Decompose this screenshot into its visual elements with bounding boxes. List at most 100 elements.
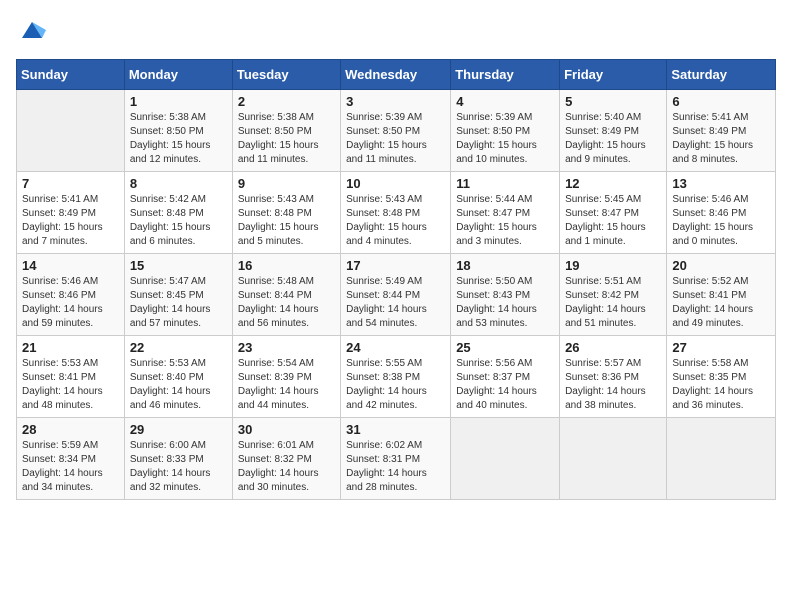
calendar-cell: 3 Sunrise: 5:39 AMSunset: 8:50 PMDaylight… [341,90,451,172]
day-number: 12 [565,176,661,191]
day-info: Sunrise: 5:53 AMSunset: 8:40 PMDaylight:… [130,357,227,413]
calendar-cell [560,418,667,500]
calendar-cell: 29Sunrise: 6:00 AMSunset: 8:33 PMDayligh… [124,418,232,500]
day-info: Sunrise: 5:59 AMSunset: 8:34 PMDaylight:… [22,439,119,495]
day-number: 1 [130,94,227,109]
day-info: Sunrise: 5:52 AMSunset: 8:41 PMDaylight:… [672,275,770,331]
day-info: Sunrise: 6:00 AMSunset: 8:33 PMDaylight:… [130,439,227,495]
day-info: Sunrise: 5:58 AMSunset: 8:35 PMDaylight:… [672,357,770,413]
day-info: Sunrise: 6:02 AMSunset: 8:31 PMDaylight:… [346,439,445,495]
day-number: 4 [456,94,554,109]
calendar-cell: 24 Sunrise: 5:55 AMSunset: 8:38 PMDayligh… [341,336,451,418]
calendar-table: SundayMondayTuesdayWednesdayThursdayFrid… [16,59,776,500]
calendar-cell: 21Sunrise: 5:53 AMSunset: 8:41 PMDayligh… [17,336,125,418]
day-info: Sunrise: 5:46 AMSunset: 8:46 PMDaylight:… [672,193,770,249]
calendar-week-row: 1 Sunrise: 5:38 AMSunset: 8:50 PMDaylight… [17,90,776,172]
day-number: 11 [456,176,554,191]
day-number: 17 [346,258,445,273]
calendar-cell: 2 Sunrise: 5:38 AMSunset: 8:50 PMDaylight… [232,90,340,172]
weekday-header-sunday: Sunday [17,60,125,90]
day-info: Sunrise: 5:38 AMSunset: 8:50 PMDaylight:… [130,111,227,167]
calendar-week-row: 7 Sunrise: 5:41 AMSunset: 8:49 PMDaylight… [17,172,776,254]
calendar-cell: 8Sunrise: 5:42 AMSunset: 8:48 PMDaylight… [124,172,232,254]
weekday-header-friday: Friday [560,60,667,90]
day-info: Sunrise: 5:43 AMSunset: 8:48 PMDaylight:… [346,193,445,249]
day-info: Sunrise: 6:01 AMSunset: 8:32 PMDaylight:… [238,439,335,495]
calendar-cell [451,418,560,500]
day-number: 9 [238,176,335,191]
page-header [16,16,776,49]
day-number: 15 [130,258,227,273]
calendar-cell: 12 Sunrise: 5:45 AMSunset: 8:47 PMDayligh… [560,172,667,254]
calendar-week-row: 21Sunrise: 5:53 AMSunset: 8:41 PMDayligh… [17,336,776,418]
day-number: 26 [565,340,661,355]
calendar-cell [667,418,776,500]
calendar-cell: 30 Sunrise: 6:01 AMSunset: 8:32 PMDayligh… [232,418,340,500]
day-number: 14 [22,258,119,273]
day-number: 22 [130,340,227,355]
day-number: 27 [672,340,770,355]
calendar-cell: 11 Sunrise: 5:44 AMSunset: 8:47 PMDayligh… [451,172,560,254]
calendar-cell: 4 Sunrise: 5:39 AMSunset: 8:50 PMDaylight… [451,90,560,172]
calendar-week-row: 14 Sunrise: 5:46 AMSunset: 8:46 PMDayligh… [17,254,776,336]
day-info: Sunrise: 5:39 AMSunset: 8:50 PMDaylight:… [346,111,445,167]
day-number: 5 [565,94,661,109]
day-info: Sunrise: 5:38 AMSunset: 8:50 PMDaylight:… [238,111,335,167]
day-info: Sunrise: 5:49 AMSunset: 8:44 PMDaylight:… [346,275,445,331]
calendar-cell: 23Sunrise: 5:54 AMSunset: 8:39 PMDayligh… [232,336,340,418]
day-number: 13 [672,176,770,191]
day-number: 21 [22,340,119,355]
day-info: Sunrise: 5:41 AMSunset: 8:49 PMDaylight:… [672,111,770,167]
day-number: 3 [346,94,445,109]
calendar-cell: 20Sunrise: 5:52 AMSunset: 8:41 PMDayligh… [667,254,776,336]
calendar-cell: 31 Sunrise: 6:02 AMSunset: 8:31 PMDayligh… [341,418,451,500]
calendar-cell: 10 Sunrise: 5:43 AMSunset: 8:48 PMDayligh… [341,172,451,254]
calendar-cell: 19 Sunrise: 5:51 AMSunset: 8:42 PMDayligh… [560,254,667,336]
day-number: 24 [346,340,445,355]
weekday-header-wednesday: Wednesday [341,60,451,90]
calendar-cell: 25 Sunrise: 5:56 AMSunset: 8:37 PMDayligh… [451,336,560,418]
day-number: 7 [22,176,119,191]
calendar-week-row: 28 Sunrise: 5:59 AMSunset: 8:34 PMDayligh… [17,418,776,500]
day-number: 25 [456,340,554,355]
day-number: 19 [565,258,661,273]
day-number: 2 [238,94,335,109]
weekday-header-thursday: Thursday [451,60,560,90]
day-info: Sunrise: 5:44 AMSunset: 8:47 PMDaylight:… [456,193,554,249]
day-number: 28 [22,422,119,437]
day-number: 31 [346,422,445,437]
day-info: Sunrise: 5:43 AMSunset: 8:48 PMDaylight:… [238,193,335,249]
day-number: 18 [456,258,554,273]
calendar-cell: 28 Sunrise: 5:59 AMSunset: 8:34 PMDayligh… [17,418,125,500]
calendar-cell: 6Sunrise: 5:41 AMSunset: 8:49 PMDaylight… [667,90,776,172]
day-info: Sunrise: 5:55 AMSunset: 8:38 PMDaylight:… [346,357,445,413]
day-info: Sunrise: 5:39 AMSunset: 8:50 PMDaylight:… [456,111,554,167]
logo-icon [18,16,46,44]
calendar-cell: 16Sunrise: 5:48 AMSunset: 8:44 PMDayligh… [232,254,340,336]
day-info: Sunrise: 5:51 AMSunset: 8:42 PMDaylight:… [565,275,661,331]
day-info: Sunrise: 5:40 AMSunset: 8:49 PMDaylight:… [565,111,661,167]
weekday-header-tuesday: Tuesday [232,60,340,90]
day-info: Sunrise: 5:47 AMSunset: 8:45 PMDaylight:… [130,275,227,331]
day-number: 23 [238,340,335,355]
day-info: Sunrise: 5:50 AMSunset: 8:43 PMDaylight:… [456,275,554,331]
day-info: Sunrise: 5:57 AMSunset: 8:36 PMDaylight:… [565,357,661,413]
day-info: Sunrise: 5:56 AMSunset: 8:37 PMDaylight:… [456,357,554,413]
weekday-header-saturday: Saturday [667,60,776,90]
day-info: Sunrise: 5:45 AMSunset: 8:47 PMDaylight:… [565,193,661,249]
calendar-cell: 22 Sunrise: 5:53 AMSunset: 8:40 PMDayligh… [124,336,232,418]
calendar-cell: 17 Sunrise: 5:49 AMSunset: 8:44 PMDayligh… [341,254,451,336]
calendar-cell: 5 Sunrise: 5:40 AMSunset: 8:49 PMDaylight… [560,90,667,172]
day-info: Sunrise: 5:41 AMSunset: 8:49 PMDaylight:… [22,193,119,249]
logo [16,16,46,49]
calendar-cell: 26 Sunrise: 5:57 AMSunset: 8:36 PMDayligh… [560,336,667,418]
day-info: Sunrise: 5:46 AMSunset: 8:46 PMDaylight:… [22,275,119,331]
day-number: 16 [238,258,335,273]
weekday-header-monday: Monday [124,60,232,90]
calendar-cell [17,90,125,172]
calendar-cell: 9 Sunrise: 5:43 AMSunset: 8:48 PMDaylight… [232,172,340,254]
day-number: 10 [346,176,445,191]
day-number: 30 [238,422,335,437]
calendar-cell: 27 Sunrise: 5:58 AMSunset: 8:35 PMDayligh… [667,336,776,418]
day-number: 8 [130,176,227,191]
